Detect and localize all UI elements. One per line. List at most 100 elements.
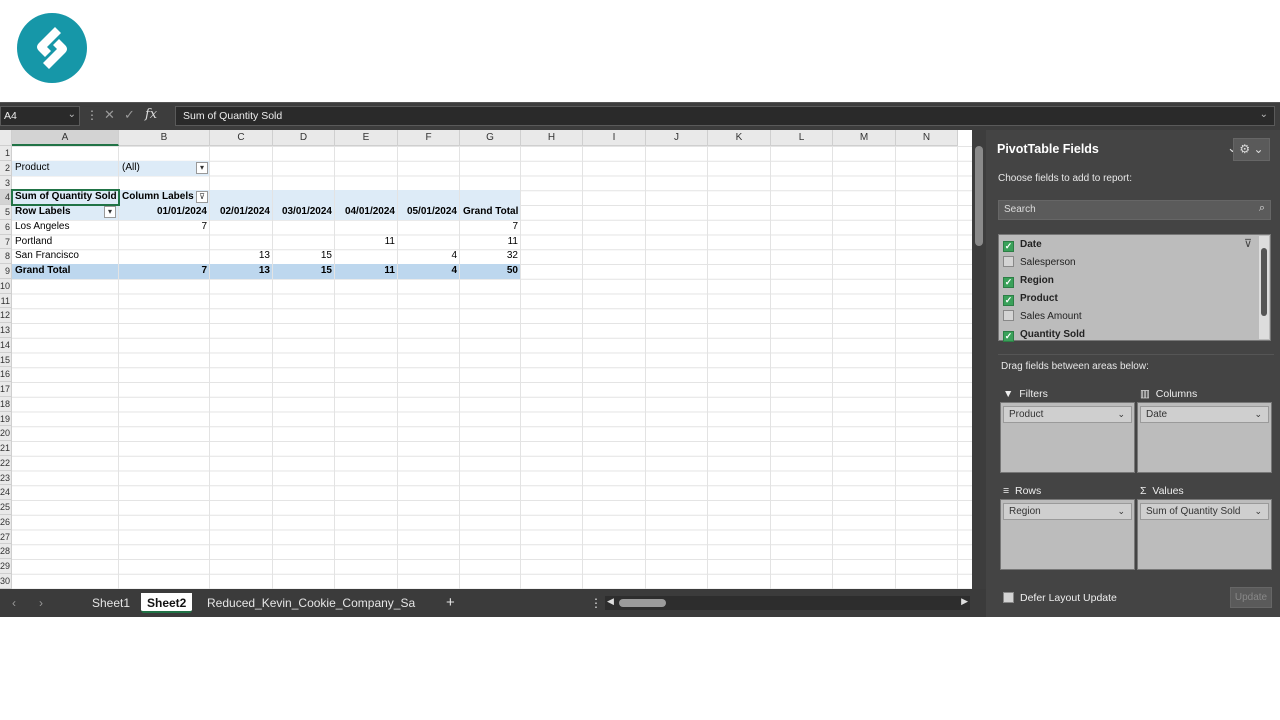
- row-header-11[interactable]: 11: [0, 293, 12, 309]
- checkbox[interactable]: ✓: [1003, 277, 1014, 288]
- value-cell[interactable]: [210, 220, 273, 235]
- value-cell[interactable]: 7: [119, 220, 210, 235]
- field-region[interactable]: ✓ Region: [1003, 272, 1054, 290]
- column-header-k[interactable]: K: [708, 130, 771, 146]
- add-sheet-icon[interactable]: +: [440, 593, 461, 613]
- row-header-5[interactable]: 5: [0, 205, 12, 220]
- column-header-a[interactable]: A: [12, 130, 119, 146]
- row-header-18[interactable]: 18: [0, 396, 12, 412]
- row-header-28[interactable]: 28: [0, 544, 12, 559]
- row-label[interactable]: Los Angeles: [12, 220, 119, 235]
- scroll-right-icon[interactable]: ▶: [961, 596, 968, 607]
- row-label[interactable]: San Francisco: [12, 249, 119, 264]
- row-header-14[interactable]: 14: [0, 337, 12, 353]
- date-column-header[interactable]: 01/01/2024: [119, 205, 210, 220]
- date-column-header[interactable]: 02/01/2024: [210, 205, 273, 220]
- columns-field-pill[interactable]: Date ⌄: [1140, 406, 1269, 423]
- row-header-7[interactable]: 7: [0, 234, 12, 250]
- horizontal-scrollbar[interactable]: ◀ ▶: [605, 596, 970, 610]
- checkbox[interactable]: ✓: [1003, 295, 1014, 306]
- field-salesperson[interactable]: Salesperson: [1003, 254, 1076, 272]
- value-cell[interactable]: [273, 220, 335, 235]
- row-header-17[interactable]: 17: [0, 382, 12, 397]
- value-cell[interactable]: [335, 249, 398, 264]
- row-header-15[interactable]: 15: [0, 352, 12, 368]
- row-header-1[interactable]: 1: [0, 146, 12, 161]
- date-column-header[interactable]: 04/01/2024: [335, 205, 398, 220]
- search-input[interactable]: Search ⌕: [998, 200, 1271, 220]
- rows-field-pill[interactable]: Region ⌄: [1003, 503, 1132, 520]
- column-filter-icon[interactable]: ⊽: [196, 191, 208, 204]
- value-cell[interactable]: 13: [210, 249, 273, 264]
- enter-icon[interactable]: ✓: [124, 107, 135, 123]
- column-header-e[interactable]: E: [335, 130, 398, 146]
- gear-icon[interactable]: ⚙ ⌄: [1233, 138, 1270, 161]
- grand-total-cell[interactable]: 50: [460, 264, 521, 279]
- value-cell[interactable]: [210, 235, 273, 250]
- row-header-9[interactable]: 9: [0, 264, 12, 279]
- date-column-header[interactable]: 05/01/2024: [398, 205, 460, 220]
- value-cell[interactable]: 7: [460, 220, 521, 235]
- tab-sheet2[interactable]: Sheet2: [141, 593, 193, 613]
- row-header-2[interactable]: 2: [0, 160, 12, 176]
- row-header-12[interactable]: 12: [0, 308, 12, 323]
- columns-area[interactable]: Date ⌄: [1137, 402, 1272, 473]
- column-header-m[interactable]: M: [833, 130, 896, 146]
- values-field-pill[interactable]: Sum of Quantity Sold ⌄: [1140, 503, 1269, 520]
- column-header-n[interactable]: N: [896, 130, 958, 146]
- grand-total-cell[interactable]: 7: [119, 264, 210, 279]
- column-header-b[interactable]: B: [119, 130, 210, 146]
- name-box[interactable]: A4 ⌄: [0, 106, 80, 126]
- row-header-30[interactable]: 30: [0, 573, 12, 589]
- spreadsheet-grid[interactable]: A B C D E F G H I J K L M N 1 2 3 4 5 6 7 8 9 10 11 12 13 14 15 16 17 1…: [0, 130, 972, 589]
- filters-area[interactable]: Product ⌄: [1000, 402, 1135, 473]
- checkbox[interactable]: ✓: [1003, 331, 1014, 342]
- field-quantity-sold[interactable]: ✓ Quantity Sold: [1003, 326, 1085, 344]
- value-cell[interactable]: [119, 235, 210, 250]
- column-header-j[interactable]: J: [646, 130, 708, 146]
- value-cell[interactable]: 15: [273, 249, 335, 264]
- scroll-thumb[interactable]: [975, 146, 983, 246]
- field-product[interactable]: ✓ Product: [1003, 290, 1058, 308]
- scroll-thumb[interactable]: [1261, 248, 1267, 316]
- next-sheet-icon[interactable]: ›: [33, 593, 49, 613]
- scroll-thumb[interactable]: [619, 599, 666, 607]
- row-labels-dropdown-icon[interactable]: ▾: [104, 206, 116, 218]
- value-cell[interactable]: [398, 220, 460, 235]
- column-header-f[interactable]: F: [398, 130, 460, 146]
- row-header-13[interactable]: 13: [0, 323, 12, 338]
- values-area[interactable]: Sum of Quantity Sold ⌄: [1137, 499, 1272, 570]
- tab-reduced-kevin-cookie[interactable]: Reduced_Kevin_Cookie_Company_Sa: [201, 593, 421, 613]
- value-cell[interactable]: [398, 235, 460, 250]
- filters-field-pill[interactable]: Product ⌄: [1003, 406, 1132, 423]
- chevron-down-icon[interactable]: ⌄: [1260, 109, 1268, 120]
- chevron-down-icon[interactable]: ⌄: [1117, 504, 1125, 519]
- field-sales-amount[interactable]: Sales Amount: [1003, 308, 1082, 326]
- row-label[interactable]: Portland: [12, 235, 119, 250]
- row-header-6[interactable]: 6: [0, 219, 12, 235]
- field-date[interactable]: ✓ Date: [1003, 236, 1042, 254]
- value-cell[interactable]: 4: [398, 249, 460, 264]
- value-cell[interactable]: 11: [460, 235, 521, 250]
- column-header-d[interactable]: D: [273, 130, 335, 146]
- chevron-down-icon[interactable]: ⌄: [68, 109, 76, 120]
- value-cell[interactable]: [273, 235, 335, 250]
- column-header-i[interactable]: I: [583, 130, 646, 146]
- row-header-27[interactable]: 27: [0, 529, 12, 545]
- row-header-3[interactable]: 3: [0, 175, 12, 191]
- value-cell[interactable]: [119, 249, 210, 264]
- formula-input[interactable]: Sum of Quantity Sold ⌄: [175, 106, 1275, 126]
- value-cell[interactable]: 32: [460, 249, 521, 264]
- scroll-left-icon[interactable]: ◀: [607, 596, 614, 607]
- date-column-header[interactable]: 03/01/2024: [273, 205, 335, 220]
- row-header-10[interactable]: 10: [0, 278, 12, 294]
- row-header-20[interactable]: 20: [0, 426, 12, 441]
- row-header-19[interactable]: 19: [0, 411, 12, 427]
- defer-layout-checkbox[interactable]: Defer Layout Update: [1003, 592, 1117, 604]
- row-header-21[interactable]: 21: [0, 441, 12, 456]
- grand-total-cell[interactable]: 13: [210, 264, 273, 279]
- insert-function-icon[interactable]: fx: [145, 107, 157, 122]
- cancel-icon[interactable]: ✕: [104, 107, 115, 123]
- checkbox[interactable]: [1003, 256, 1014, 267]
- grand-total-header[interactable]: Grand Total: [460, 205, 521, 220]
